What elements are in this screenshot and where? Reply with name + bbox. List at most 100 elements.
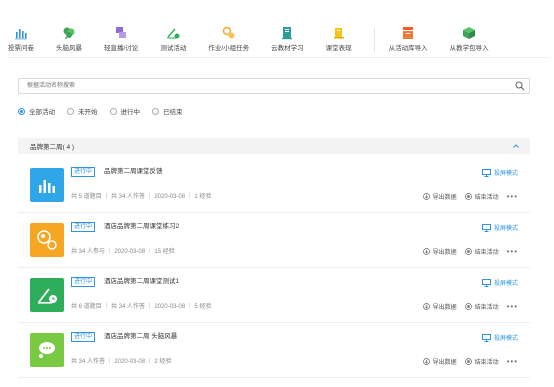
activity-actions: 导出数据 结束活动 ••• bbox=[415, 192, 518, 201]
tool-label: 课堂表现 bbox=[325, 45, 352, 52]
brainstorm-icon bbox=[39, 342, 55, 358]
radio[interactable] bbox=[152, 107, 159, 115]
activity-meta: 共 34 人参与 ｜ 2020-03-08 ｜ 15 经验 bbox=[71, 249, 175, 255]
end-activity-button[interactable]: 结束活动 bbox=[464, 357, 499, 366]
teaching-package-icon bbox=[463, 27, 476, 39]
export-label: 导出数据 bbox=[432, 250, 457, 256]
tool-label: 从教学包导入 bbox=[449, 45, 489, 52]
tool-label: 从活动库导入 bbox=[388, 45, 428, 52]
filter-label: 进行中 bbox=[120, 109, 141, 116]
end-activity-button[interactable]: 结束活动 bbox=[464, 247, 499, 256]
export-icon bbox=[422, 303, 430, 310]
activity-thumbnail[interactable] bbox=[30, 278, 64, 312]
status-filter: 全部活动 未开始 进行中 已结束 bbox=[18, 106, 195, 116]
homework-icon bbox=[37, 230, 57, 250]
status-badge: 进行中 bbox=[71, 277, 96, 287]
search-input[interactable] bbox=[19, 79, 499, 93]
activity-card: 进行中 酒店品牌第二周课堂测试1 共 6 道题目 ｜ 共 34 人作答 ｜ 20… bbox=[18, 268, 530, 323]
tool-label: 测试活动 bbox=[160, 45, 187, 52]
activity-title[interactable]: 品牌第二周课堂反馈 bbox=[104, 167, 163, 177]
export-data-button[interactable]: 导出数据 bbox=[422, 357, 457, 366]
monitor-icon bbox=[481, 168, 491, 177]
export-data-button[interactable]: 导出数据 bbox=[422, 247, 457, 256]
export-label: 导出数据 bbox=[432, 305, 457, 311]
activity-search-box bbox=[18, 78, 530, 94]
group-header[interactable]: 品牌第二周( 4 ) bbox=[18, 138, 530, 154]
monitor-icon bbox=[481, 278, 491, 287]
activity-meta: 共 5 道题目 ｜ 共 34 人作答 ｜ 2020-03-08 ｜ 1 经验 bbox=[71, 194, 212, 200]
class-performance-icon bbox=[333, 28, 344, 39]
filter-all[interactable]: 全部活动 bbox=[18, 106, 55, 116]
more-options-button[interactable]: ••• bbox=[507, 247, 518, 256]
radio[interactable] bbox=[67, 107, 74, 115]
radio[interactable] bbox=[109, 107, 117, 115]
more-options-button[interactable]: ••• bbox=[507, 192, 518, 201]
search-icon[interactable] bbox=[515, 81, 525, 91]
activity-thumbnail[interactable] bbox=[30, 333, 64, 367]
monitor-icon bbox=[481, 333, 491, 342]
more-options-button[interactable]: ••• bbox=[507, 302, 518, 311]
filter-ended[interactable]: 已结束 bbox=[152, 106, 183, 116]
monitor-icon bbox=[481, 223, 491, 232]
stop-icon bbox=[464, 303, 472, 310]
tool-vote-survey[interactable]: 投票问卷 bbox=[8, 26, 34, 52]
tool-cloud-textbook[interactable]: 云教材学习 bbox=[271, 26, 304, 52]
tool-brainstorm[interactable]: 头脑风暴 bbox=[56, 26, 82, 52]
end-activity-button[interactable]: 结束活动 bbox=[464, 302, 499, 311]
projection-label: 投屏模式 bbox=[493, 281, 518, 287]
export-icon bbox=[422, 358, 430, 365]
projection-mode-button[interactable]: 投屏模式 bbox=[481, 223, 518, 232]
brainstorm-icon bbox=[63, 27, 75, 39]
projection-label: 投屏模式 bbox=[493, 226, 518, 232]
filter-in-progress[interactable]: 进行中 bbox=[109, 106, 141, 116]
more-options-button[interactable]: ••• bbox=[507, 357, 518, 366]
tool-import-activity-library[interactable]: 从活动库导入 bbox=[389, 26, 428, 52]
projection-label: 投屏模式 bbox=[493, 171, 518, 177]
tool-label: 轻直播/讨论 bbox=[104, 45, 139, 52]
export-label: 导出数据 bbox=[432, 195, 457, 201]
bar-chart-icon bbox=[15, 29, 27, 40]
end-label: 结束活动 bbox=[474, 250, 499, 256]
tool-import-teaching-package[interactable]: 从教学包导入 bbox=[450, 26, 489, 52]
activity-meta: 共 6 道题目 ｜ 共 34 人作答 ｜ 2020-03-08 ｜ 5 经验 bbox=[71, 304, 212, 310]
activity-card: 进行中 酒店品牌第二周 头脑风暴 共 34 人作答 ｜ 2020-03-08 ｜… bbox=[18, 323, 530, 378]
status-badge: 进行中 bbox=[71, 332, 96, 342]
stop-icon bbox=[464, 248, 472, 255]
radio-selected[interactable] bbox=[18, 107, 25, 115]
cloud-textbook-icon bbox=[282, 27, 293, 40]
filter-not-started[interactable]: 未开始 bbox=[67, 106, 98, 116]
end-activity-button[interactable]: 结束活动 bbox=[464, 192, 499, 201]
export-data-button[interactable]: 导出数据 bbox=[422, 302, 457, 311]
homework-icon bbox=[222, 26, 235, 39]
status-badge: 进行中 bbox=[71, 222, 96, 232]
end-label: 结束活动 bbox=[474, 305, 499, 311]
activity-actions: 导出数据 结束活动 ••• bbox=[415, 247, 518, 256]
export-data-button[interactable]: 导出数据 bbox=[422, 192, 457, 201]
filter-label: 未开始 bbox=[78, 109, 98, 116]
tool-label: 头脑风暴 bbox=[56, 45, 82, 52]
live-discussion-icon bbox=[116, 27, 127, 38]
activity-thumbnail[interactable] bbox=[30, 168, 64, 202]
tool-class-performance[interactable]: 课堂表现 bbox=[326, 26, 352, 52]
status-badge: 进行中 bbox=[71, 167, 96, 177]
activity-title[interactable]: 酒店品牌第二周 头脑风暴 bbox=[104, 332, 177, 342]
tool-homework[interactable]: 作业/小组任务 bbox=[208, 26, 249, 52]
export-icon bbox=[422, 193, 430, 200]
projection-mode-button[interactable]: 投屏模式 bbox=[481, 168, 518, 177]
projection-mode-button[interactable]: 投屏模式 bbox=[481, 333, 518, 342]
activity-title[interactable]: 酒店品牌第二周课堂练习2 bbox=[104, 222, 179, 232]
end-label: 结束活动 bbox=[474, 195, 499, 201]
activity-thumbnail[interactable] bbox=[30, 223, 64, 257]
export-label: 导出数据 bbox=[432, 360, 457, 366]
test-icon bbox=[38, 288, 57, 304]
projection-mode-button[interactable]: 投屏模式 bbox=[481, 278, 518, 287]
activity-library-icon bbox=[403, 27, 414, 39]
bar-chart-icon bbox=[39, 180, 55, 193]
activity-title[interactable]: 酒店品牌第二周课堂测试1 bbox=[104, 277, 179, 287]
tool-test[interactable]: 测试活动 bbox=[160, 26, 186, 52]
tool-label: 云教材学习 bbox=[271, 45, 304, 52]
tool-live-discussion[interactable]: 轻直播/讨论 bbox=[104, 26, 138, 52]
chevron-up-icon[interactable] bbox=[512, 142, 520, 150]
stop-icon bbox=[464, 358, 472, 365]
export-icon bbox=[422, 248, 430, 255]
